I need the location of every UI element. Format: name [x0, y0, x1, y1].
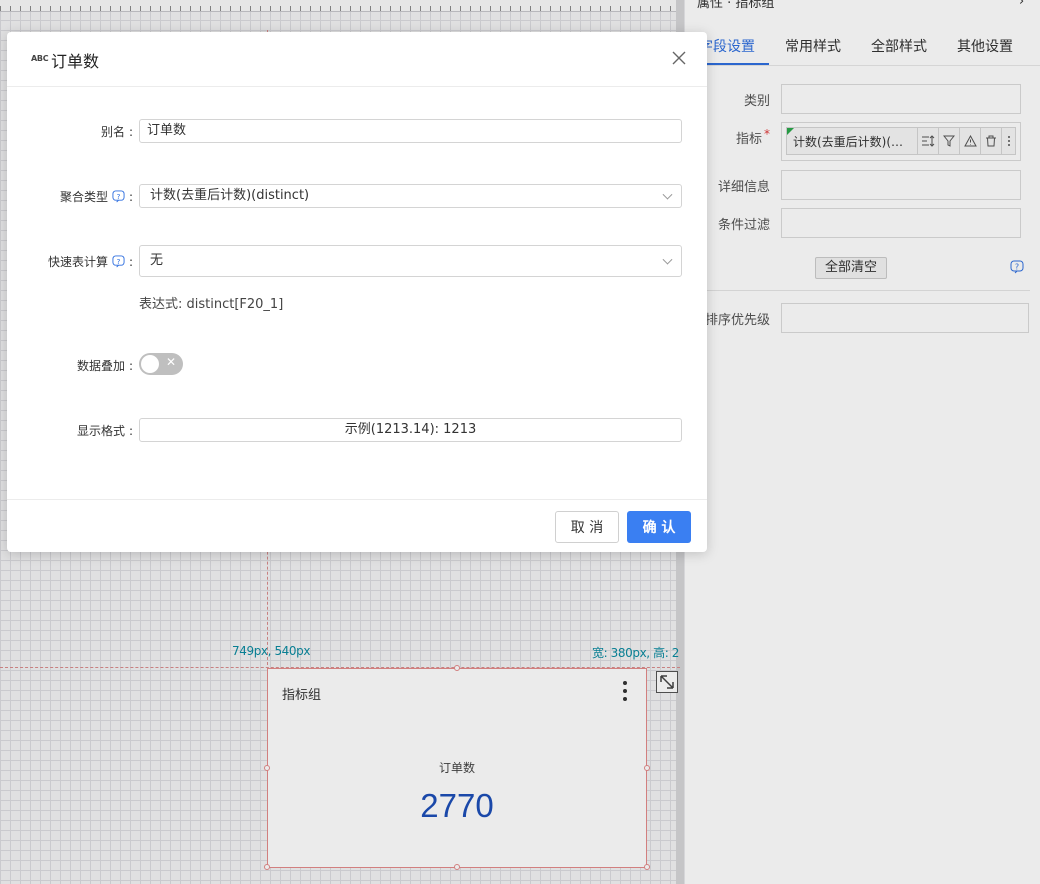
close-icon[interactable]	[670, 49, 688, 67]
alias-label: 别名:	[100, 124, 133, 140]
quick-calc-select[interactable]: 无	[139, 245, 682, 277]
alias-input[interactable]: 订单数	[139, 119, 682, 143]
aggregation-label: 聚合类型 ? :	[59, 189, 133, 205]
svg-text:?: ?	[116, 257, 120, 266]
stack-label: 数据叠加:	[76, 358, 133, 374]
help-icon[interactable]: ?	[112, 255, 125, 268]
dialog-header: ABC 订单数	[7, 32, 707, 87]
format-input[interactable]: 示例(1213.14): 1213	[139, 418, 682, 442]
expression-text: 表达式: distinct[F20_1]	[139, 297, 284, 312]
dialog-footer: 取 消 确 认	[7, 499, 707, 552]
help-icon[interactable]: ?	[112, 190, 125, 203]
quick-calc-value: 无	[150, 253, 164, 268]
field-settings-dialog: ABC 订单数 别名: 订单数 聚合类型 ? : 计数(去重后计数)(disti…	[7, 32, 707, 552]
svg-text:?: ?	[116, 192, 120, 201]
stack-toggle[interactable]: ✕	[139, 353, 183, 375]
toggle-knob	[141, 355, 159, 373]
aggregation-value: 计数(去重后计数)(distinct)	[150, 188, 310, 203]
format-label: 显示格式:	[76, 423, 133, 439]
text-field-icon: ABC	[31, 54, 49, 63]
chevron-down-icon	[662, 189, 673, 200]
dialog-title: 订单数	[51, 52, 100, 71]
cancel-button[interactable]: 取 消	[555, 511, 619, 543]
chevron-down-icon	[662, 254, 673, 265]
quick-calc-label: 快速表计算 ? :	[47, 254, 133, 270]
aggregation-select[interactable]: 计数(去重后计数)(distinct)	[139, 184, 682, 208]
close-icon: ✕	[165, 355, 176, 369]
confirm-button[interactable]: 确 认	[627, 511, 691, 543]
